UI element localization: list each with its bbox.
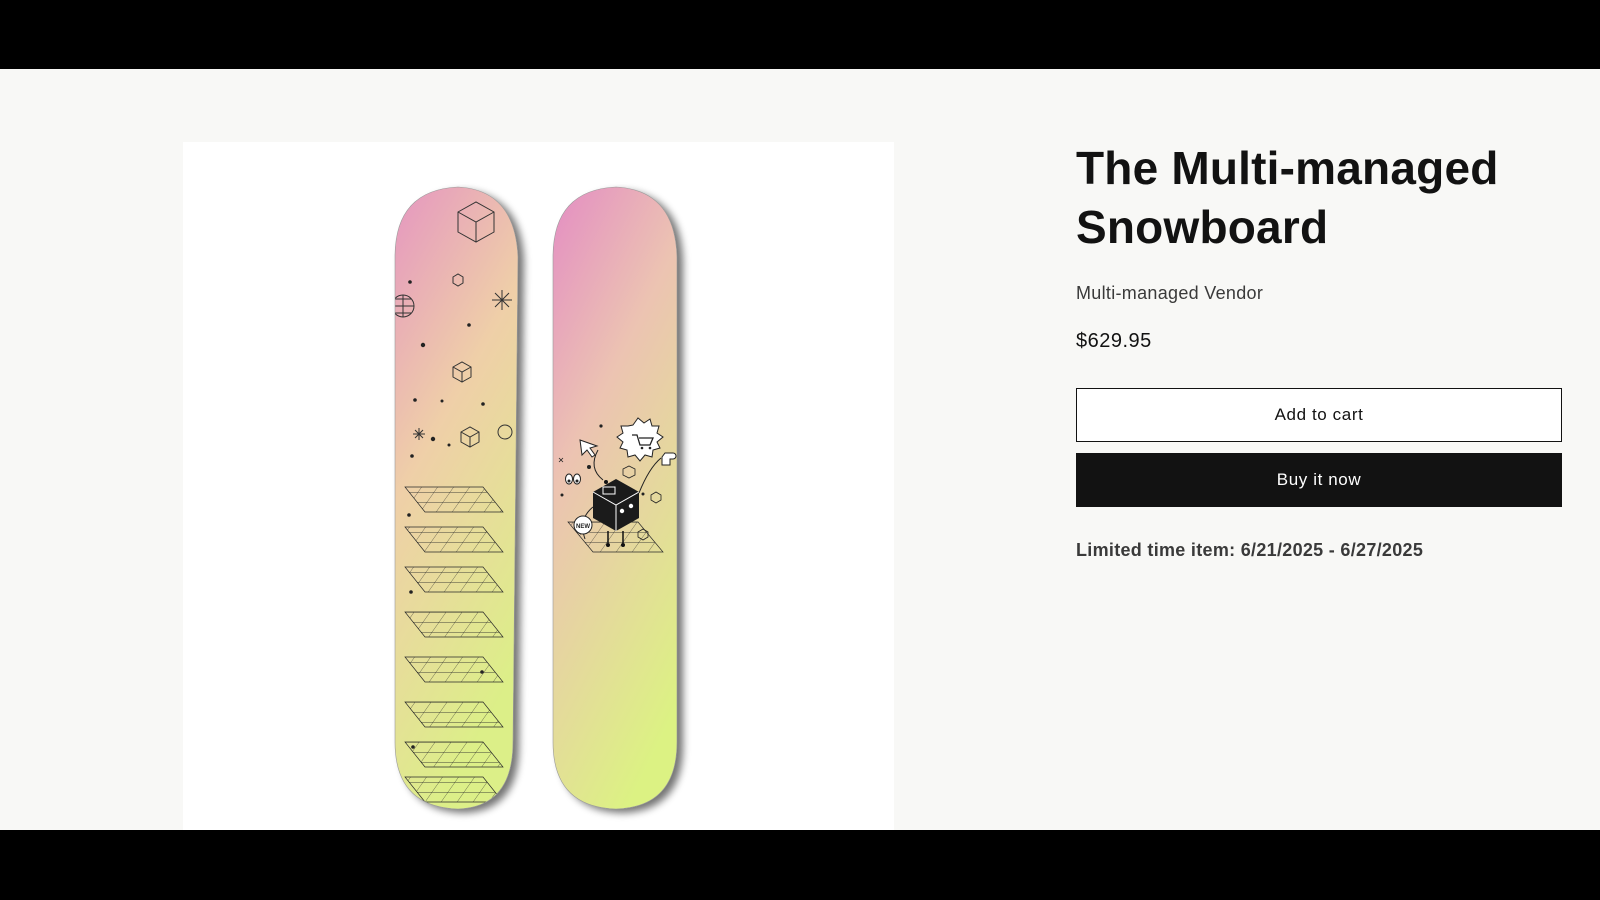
limited-time-notice: Limited time item: 6/21/2025 - 6/27/2025: [1076, 540, 1424, 560]
product-media: NEW: [183, 142, 894, 830]
product-price: $629.95: [1076, 330, 1152, 352]
letterbox-top: [0, 0, 1600, 69]
product-title-line1: The Multi-managed: [1076, 142, 1499, 194]
product-page: NEW The Multi-managed Snowboard Multi-ma…: [0, 69, 1600, 830]
snowboard-image[interactable]: NEW: [183, 142, 894, 830]
svg-text:NEW: NEW: [576, 524, 590, 530]
product-vendor: Multi-managed Vendor: [1076, 283, 1264, 303]
letterbox-bottom: [0, 830, 1600, 900]
new-badge-graphic: NEW: [573, 515, 593, 535]
product-info: The Multi-managed Snowboard Multi-manage…: [1076, 139, 1562, 561]
product-title-line2: Snowboard: [1076, 201, 1329, 253]
buy-it-now-button[interactable]: Buy it now: [1076, 453, 1562, 507]
product-title: The Multi-managed Snowboard: [1076, 139, 1562, 257]
add-to-cart-button[interactable]: Add to cart: [1076, 388, 1562, 442]
